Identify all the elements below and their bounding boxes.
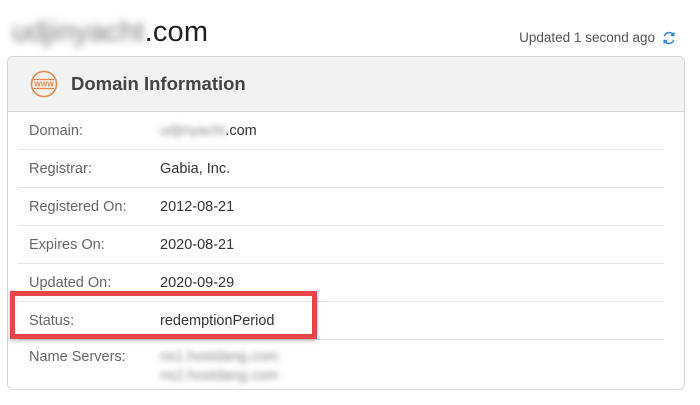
row-status: Status: redemptionPeriod [18, 302, 664, 340]
row-name-servers: Name Servers: ns1.hostdang.com ns2.hostd… [18, 340, 664, 389]
name-server-1: ns1.hostdang.com [160, 349, 279, 365]
domain-information-card: WWW Domain Information Domain: udjinyach… [7, 56, 685, 390]
row-expires-on: Expires On: 2020-08-21 [18, 226, 664, 264]
card-title: Domain Information [71, 73, 246, 94]
value-updated-on: 2020-09-29 [160, 274, 235, 291]
row-updated-on: Updated On: 2020-09-29 [18, 264, 664, 302]
label-registrar: Registrar: [29, 160, 92, 177]
label-domain: Domain: [29, 122, 83, 139]
label-status: Status: [29, 312, 75, 329]
name-servers-list: ns1.hostdang.com ns2.hostdang.com [160, 349, 279, 384]
updated-status: Updated 1 second ago [519, 30, 676, 45]
label-name-servers: Name Servers: [29, 349, 126, 365]
value-registered-on: 2012-08-21 [160, 198, 235, 215]
value-expires-on: 2020-08-21 [160, 236, 235, 253]
updated-text: Updated 1 second ago [519, 30, 655, 45]
whois-page: udjinyacht.com Updated 1 second ago WWW [0, 0, 700, 405]
domain-name-blurred: udjinyacht [12, 15, 145, 48]
row-registrar: Registrar: Gabia, Inc. [18, 150, 664, 188]
name-server-2: ns2.hostdang.com [160, 368, 279, 384]
value-status: redemptionPeriod [160, 312, 275, 329]
domain-tld: .com [144, 15, 209, 48]
label-updated-on: Updated On: [29, 274, 112, 291]
value-domain-blurred: udjinyacht [160, 122, 226, 139]
label-registered-on: Registered On: [29, 198, 127, 215]
row-domain: Domain: udjinyacht.com [18, 112, 664, 150]
value-domain: udjinyacht.com [160, 123, 257, 139]
www-icon-text: WWW [34, 82, 54, 89]
www-icon: WWW [30, 70, 58, 98]
domain-details: Domain: udjinyacht.com Registrar: Gabia,… [8, 112, 684, 389]
label-expires-on: Expires On: [29, 236, 105, 253]
card-header: WWW Domain Information [8, 57, 684, 112]
refresh-icon[interactable] [662, 31, 676, 45]
value-registrar: Gabia, Inc. [160, 160, 231, 177]
value-domain-tld: .com [225, 122, 257, 139]
row-registered-on: Registered On: 2012-08-21 [18, 188, 664, 226]
page-title: udjinyacht .com [12, 14, 208, 50]
